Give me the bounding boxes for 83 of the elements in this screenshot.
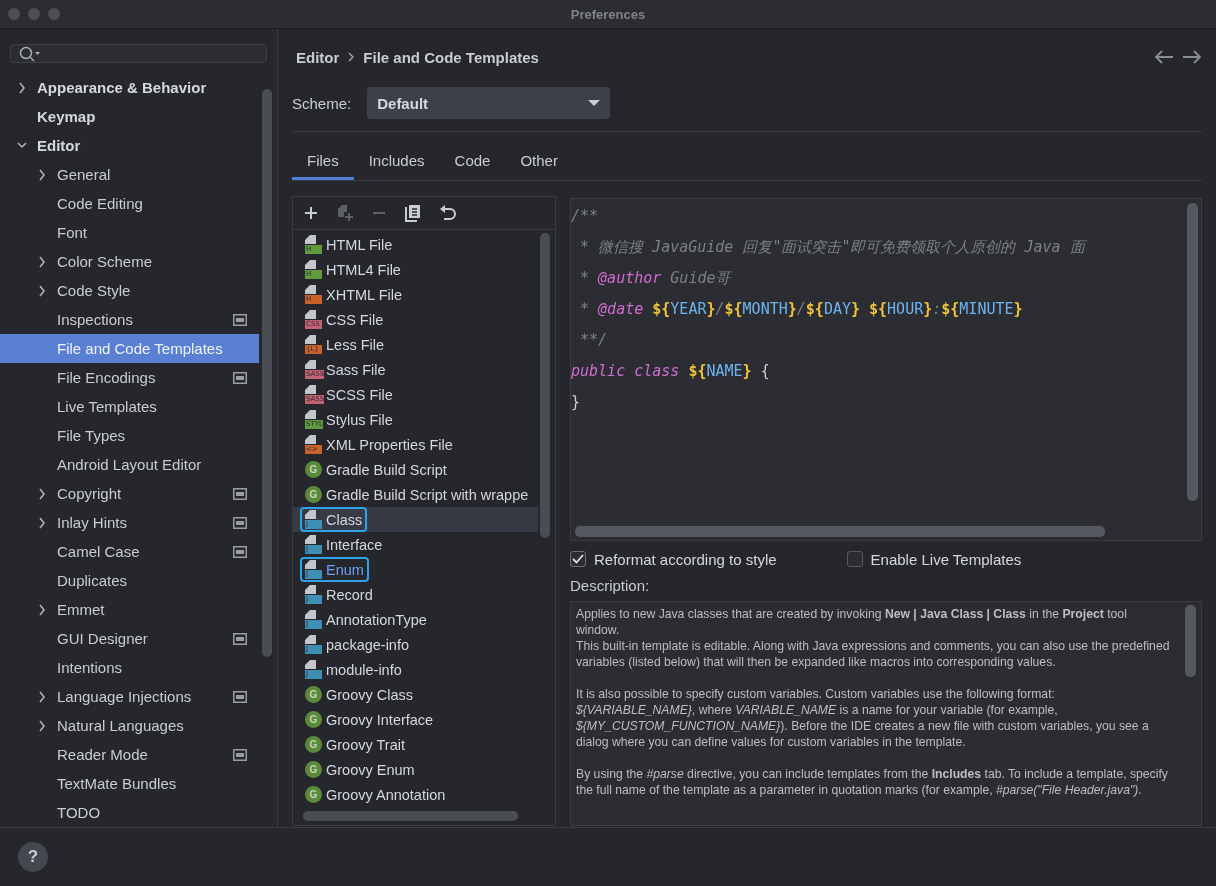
sidebar-item[interactable]: TODO (0, 798, 259, 827)
search-field[interactable] (10, 44, 267, 63)
gradle-icon: G (305, 686, 322, 703)
breadcrumb-item: File and Code Templates (363, 48, 539, 66)
copy-icon[interactable] (405, 204, 421, 222)
sidebar-item[interactable]: Code Style (0, 276, 259, 305)
sidebar-item[interactable]: File Encodings (0, 363, 259, 392)
chevron-right-icon (347, 52, 356, 62)
sidebar-item[interactable]: Inlay Hints (0, 508, 259, 537)
sidebar-item[interactable]: Code Editing (0, 189, 259, 218)
chevron-right-icon[interactable] (37, 284, 47, 297)
sidebar-item[interactable]: Natural Languages (0, 711, 259, 740)
sidebar-item[interactable]: File Types (0, 421, 259, 450)
dropdown-arrow-icon (588, 99, 601, 107)
scheme-dropdown[interactable]: Default (367, 87, 611, 119)
chevron-right-icon[interactable] (17, 81, 27, 94)
gradle-icon: G (305, 711, 322, 728)
gradle-icon: G (305, 761, 322, 778)
sidebar-item[interactable]: Font (0, 218, 259, 247)
gradle-icon: G (305, 461, 322, 478)
description-text: It is also possible to specify custom variables. Custom variables use the following format: ${VARIABLE_NAME}, where VARIABLE_NAME is a name for your variable (for example, ${MY_CUSTOM_FUNCTION_NAME}). Before the IDE creates a new file with custom variables, you see a dialog where you can define values for custom variables in the template. (576, 686, 1150, 750)
sidebar-item[interactable]: General (0, 160, 259, 189)
window-title: Preferences (570, 6, 646, 22)
tab[interactable]: Includes (353, 146, 440, 180)
chevron-right-icon[interactable] (37, 719, 47, 732)
chevron-right-icon[interactable] (37, 487, 47, 500)
scrollbar[interactable] (540, 233, 550, 538)
sidebar-item[interactable]: Color Scheme (0, 247, 259, 276)
sidebar-item[interactable]: Editor (37, 137, 81, 154)
template-item[interactable]: G Gradle Build Script (293, 457, 538, 482)
template-item[interactable]: G Groovy Enum (293, 757, 538, 782)
sidebar-item[interactable]: Language Injections (0, 682, 259, 711)
gradle-icon: G (305, 486, 322, 503)
sidebar-item[interactable]: Android Layout Editor (0, 450, 259, 479)
forward-arrow-icon[interactable] (1182, 50, 1202, 64)
sidebar-item[interactable]: Camel Case (0, 537, 259, 566)
sidebar-item[interactable]: Appearance & Behavior (37, 79, 207, 96)
sidebar-item[interactable]: Live Templates (0, 392, 259, 421)
description-text: By using the #parse directive, you can include templates from the Includes tab. To include a template, specify the full name of the template as a parameter in quotation marks (for example, #parse("File Header.java"). (576, 766, 1169, 798)
template-item[interactable]: G Groovy Annotation (293, 782, 538, 807)
description-text: Applies to new Java classes that are created by invoking New | Java Class | Class in the Project tool window. (576, 606, 1128, 638)
scrollbar[interactable] (575, 526, 1105, 537)
chevron-right-icon[interactable] (37, 516, 47, 529)
undo-icon[interactable] (439, 205, 457, 221)
sidebar-item[interactable]: Intentions (0, 653, 259, 682)
template-item[interactable]: G Groovy Interface (293, 707, 538, 732)
checkbox-label[interactable]: Enable Live Templates (870, 550, 1022, 568)
sidebar-item[interactable]: Copyright (0, 479, 259, 508)
gradle-icon: G (305, 736, 322, 753)
checkbox[interactable] (846, 551, 863, 567)
description-text: This built-in template is editable. Along with Java expressions and comments, you can also use the predefined variables (listed below) that will then be expanded like macros into corresponding values. (576, 638, 1171, 670)
sidebar-item[interactable]: Duplicates (0, 566, 259, 595)
tab[interactable]: Code (439, 146, 506, 180)
sidebar-item[interactable]: Inspections (0, 305, 259, 334)
scheme-label: Scheme: (292, 94, 352, 112)
sidebar-item[interactable]: Reader Mode (0, 740, 259, 769)
code-editor[interactable]: /** * 微信搜 JavaGuide 回复"面试突击"即可免费领取个人原创的 Java 面 * @author Guide哥 * @date ${YEAR}/${MONTH}/${DAY} ${HOUR}:${MINUTE} **/ public class ${NAME} { } (570, 198, 1202, 541)
gradle-icon: G (305, 786, 322, 803)
back-arrow-icon[interactable] (1154, 50, 1174, 64)
scrollbar[interactable] (303, 811, 518, 821)
chevron-right-icon[interactable] (37, 255, 47, 268)
chevron-right-icon[interactable] (37, 690, 47, 703)
chevron-right-icon[interactable] (37, 168, 47, 181)
scrollbar[interactable] (1187, 203, 1198, 501)
scrollbar[interactable] (262, 89, 272, 657)
sidebar-item[interactable]: TextMate Bundles (0, 769, 259, 798)
sidebar-item[interactable]: Keymap (37, 108, 96, 125)
template-item[interactable]: G Groovy Trait (293, 732, 538, 757)
checkbox[interactable] (570, 551, 586, 567)
tab[interactable]: Other (505, 146, 573, 180)
breadcrumb-item[interactable]: Editor (296, 48, 340, 66)
sidebar-item[interactable]: Emmet (0, 595, 259, 624)
scrollbar[interactable] (1185, 605, 1196, 677)
chevron-right-icon[interactable] (37, 603, 47, 616)
tab[interactable]: Files (292, 146, 354, 180)
checkbox-label[interactable]: Reformat according to style (594, 550, 777, 568)
template-item[interactable]: G Gradle Build Script with wrappe (293, 482, 538, 507)
help-button[interactable]: ? (18, 842, 48, 872)
sidebar-item[interactable]: GUI Designer (0, 624, 259, 653)
template-item[interactable]: G Groovy Class (293, 682, 538, 707)
search-icon (19, 45, 41, 62)
description-label: Description: (570, 577, 651, 596)
add-icon[interactable] (303, 205, 319, 221)
